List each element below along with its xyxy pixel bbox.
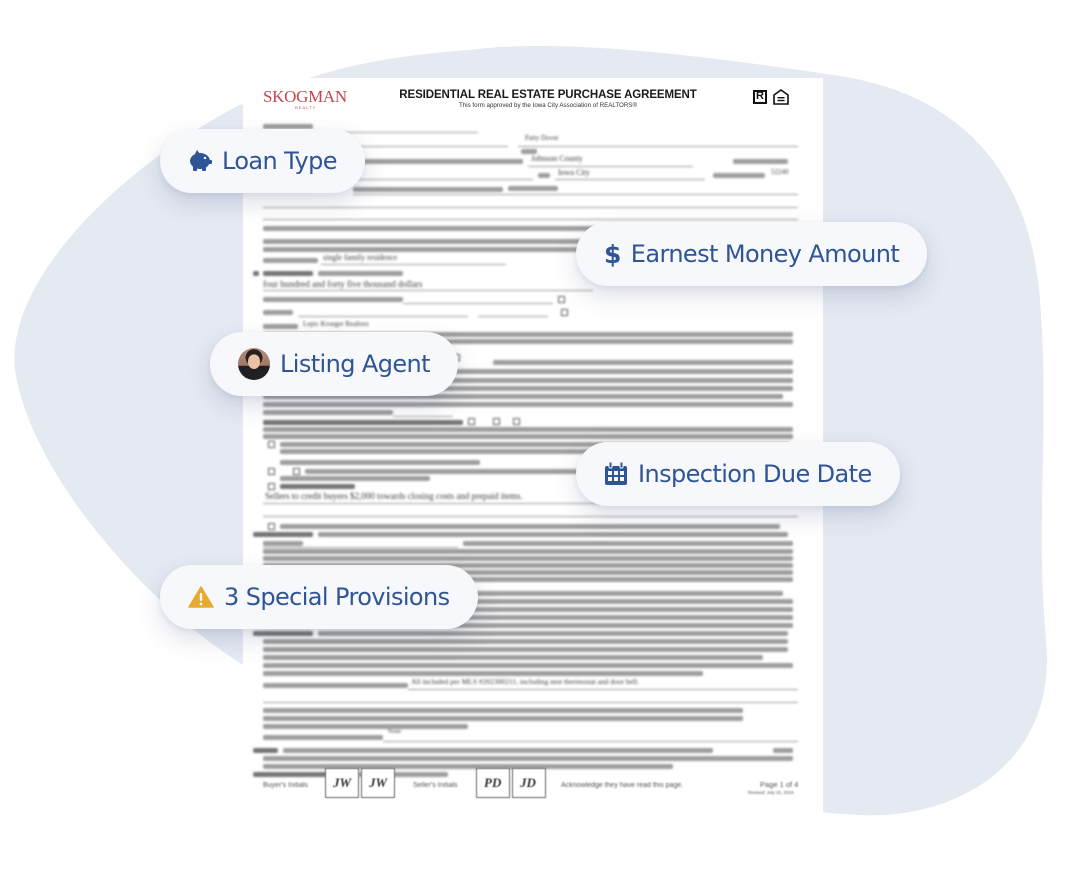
listing-agent-pill[interactable]: Listing Agent [210,332,458,396]
zip-value: 52240 [771,168,789,176]
warning-icon [188,586,214,608]
special-provisions-pill[interactable]: 3 Special Provisions [160,565,478,629]
earnest-money-label: Earnest Money Amount [630,240,900,268]
county-value: Johnson County [531,154,583,163]
seller-name: Patty Dover [525,134,559,142]
buyer-initials-label: Buyer's Initials [263,782,308,789]
document-subtitle: This form approved by the Iowa City Asso… [459,102,637,109]
inspection-due-date-pill[interactable]: Inspection Due Date [576,442,900,506]
revision-date: Revised: July 15, 2019 [748,790,794,795]
earnest-money-pill[interactable]: $ Earnest Money Amount [576,222,928,286]
loan-type-pill[interactable]: Loan Type [160,129,365,193]
inspection-due-date-label: Inspection Due Date [638,460,872,488]
purchase-price-words: four hundred and forty five thousand dol… [263,279,423,289]
listing-agent-avatar [238,348,270,380]
excluded-items: None [388,729,401,735]
page-number: Page 1 of 4 [760,780,799,789]
document-header: SKOGMAN REALTY RESIDENTIAL REAL ESTATE P… [243,78,823,118]
escrow-holder: Lepic Kroeger Realtors [303,320,369,328]
seller-initials-box-1: PD [476,768,510,798]
listing-agent-label: Listing Agent [280,350,431,378]
special-provisions-label: 3 Special Provisions [224,583,450,611]
realtor-logo-icon [753,90,767,104]
piggy-bank-icon [188,150,212,172]
calendar-icon [604,462,628,486]
loan-type-label: Loan Type [222,147,338,175]
buyer-initials-box-2: JW [361,768,395,798]
dollar-icon: $ [604,239,621,269]
city-value: Iowa City [558,168,590,177]
acknowledge-text: Acknowledge they have read this page. [561,782,684,789]
property-use-value: single family residence [323,253,398,262]
equal-housing-icon [773,89,789,105]
seller-initials-label: Seller's Initials [413,782,458,789]
buyer-initials-box-1: JW [325,768,359,798]
other-financing-terms: Sellers to credit buyers $2,000 towards … [265,491,523,501]
included-items: All included per MLS #202300211, includi… [411,677,640,686]
document-title: RESIDENTIAL REAL ESTATE PURCHASE AGREEME… [399,89,697,101]
seller-initials-box-2: JD [512,768,546,798]
